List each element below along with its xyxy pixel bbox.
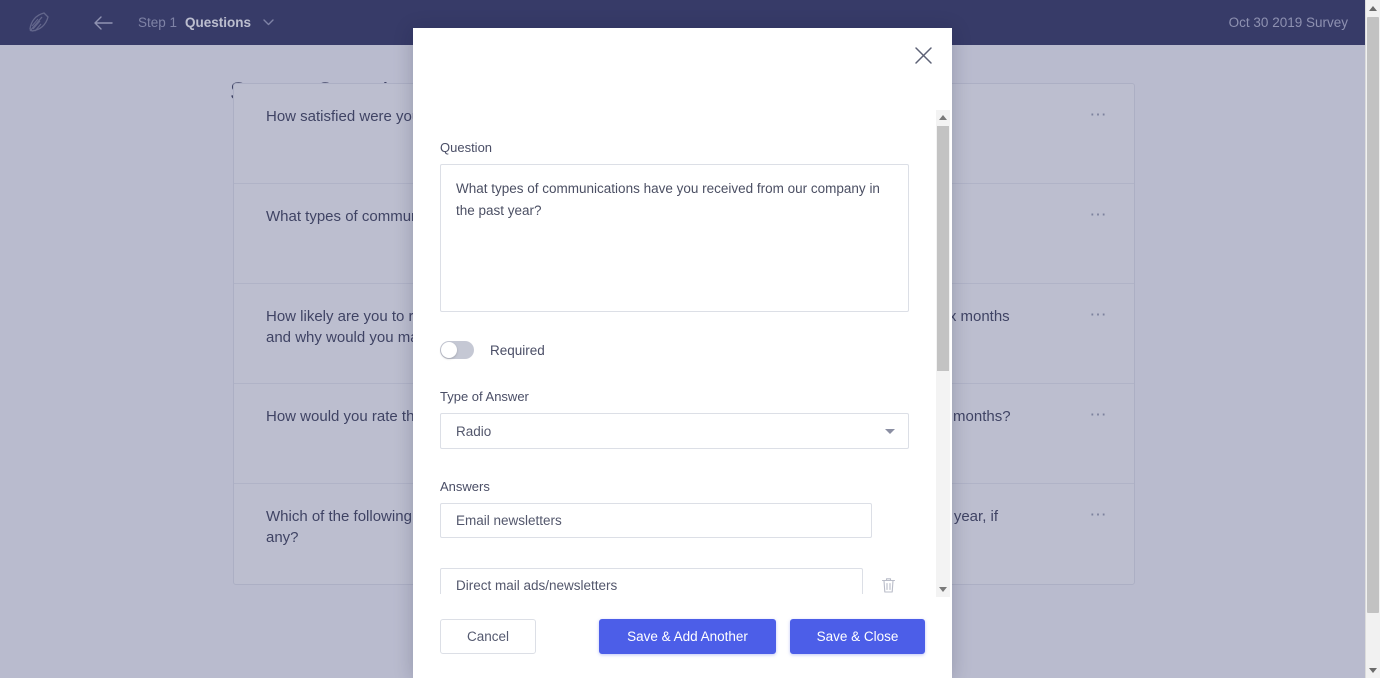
cancel-button[interactable]: Cancel — [440, 618, 536, 654]
scroll-up-arrow-icon[interactable] — [936, 110, 950, 125]
page-scrollbar-thumb[interactable] — [1367, 17, 1379, 613]
scroll-up-arrow-icon[interactable] — [1366, 0, 1380, 16]
trash-icon[interactable] — [879, 576, 897, 596]
modal-scroll-region: Question Required Type of Answer Radio A… — [413, 110, 952, 622]
modal-scrollbar-thumb[interactable] — [937, 126, 949, 371]
type-of-answer-group: Type of Answer Radio — [440, 389, 909, 449]
required-toggle[interactable] — [440, 341, 474, 359]
required-toggle-row: Required — [440, 341, 897, 359]
answer-input[interactable] — [440, 503, 872, 538]
add-survey-question-dialog: Question Required Type of Answer Radio A… — [413, 28, 952, 678]
question-field-label: Question — [440, 140, 493, 155]
question-input[interactable] — [440, 164, 909, 312]
modal-footer: Cancel Save & Add Another Save & Close — [413, 594, 952, 678]
save-and-close-button[interactable]: Save & Close — [790, 618, 925, 654]
answers-label: Answers — [440, 479, 490, 494]
page-scrollbar[interactable] — [1365, 0, 1380, 678]
chevron-down-icon — [885, 429, 895, 434]
answer-row — [440, 503, 897, 538]
scroll-down-arrow-icon[interactable] — [1366, 662, 1380, 678]
scroll-down-arrow-icon[interactable] — [936, 582, 950, 597]
type-of-answer-select[interactable]: Radio — [440, 413, 909, 449]
modal-scrollbar[interactable] — [936, 110, 950, 597]
type-of-answer-label: Type of Answer — [440, 389, 529, 404]
required-toggle-label: Required — [490, 342, 545, 358]
type-of-answer-value: Radio — [456, 423, 492, 439]
save-and-add-another-button[interactable]: Save & Add Another — [599, 618, 776, 654]
toggle-knob — [441, 342, 457, 358]
close-icon[interactable] — [908, 40, 938, 70]
